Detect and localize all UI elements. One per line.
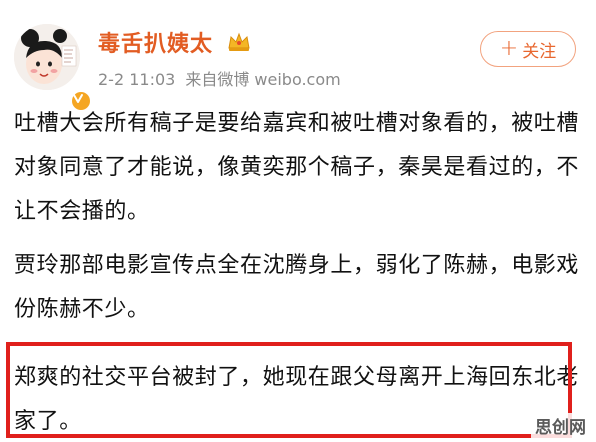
highlight-box [6,342,572,438]
watermark: 思创网 [531,413,590,438]
author-name[interactable]: 毒舌扒姨太 [98,26,213,58]
cartoon-girl-avatar-icon [14,24,80,90]
post-meta: 2-2 11:03 来自微博 weibo.com [98,66,351,90]
plus-icon: + [499,36,519,61]
post-source[interactable]: 来自微博 weibo.com [185,70,340,89]
post-paragraph-2: 贾玲那部电影宣传点全在沈腾身上，弱化了陈赫，电影戏份陈赫不少。 [14,253,580,322]
weibo-post-screen: 毒舌扒姨太 2-2 11:03 来自微博 weibo.com + 关注 吐槽大会所… [0,0,596,442]
follow-label: 关注 [522,41,557,62]
avatar[interactable] [14,24,92,112]
follow-button[interactable]: + 关注 [480,31,576,67]
crown-icon [226,30,252,52]
post-date: 2-2 11:03 [98,70,176,89]
post-paragraph-1: 吐槽大会所有稿子是要给嘉宾和被吐槽对象看的，被吐槽对象同意了才能说，像黄奕那个稿… [14,111,580,224]
